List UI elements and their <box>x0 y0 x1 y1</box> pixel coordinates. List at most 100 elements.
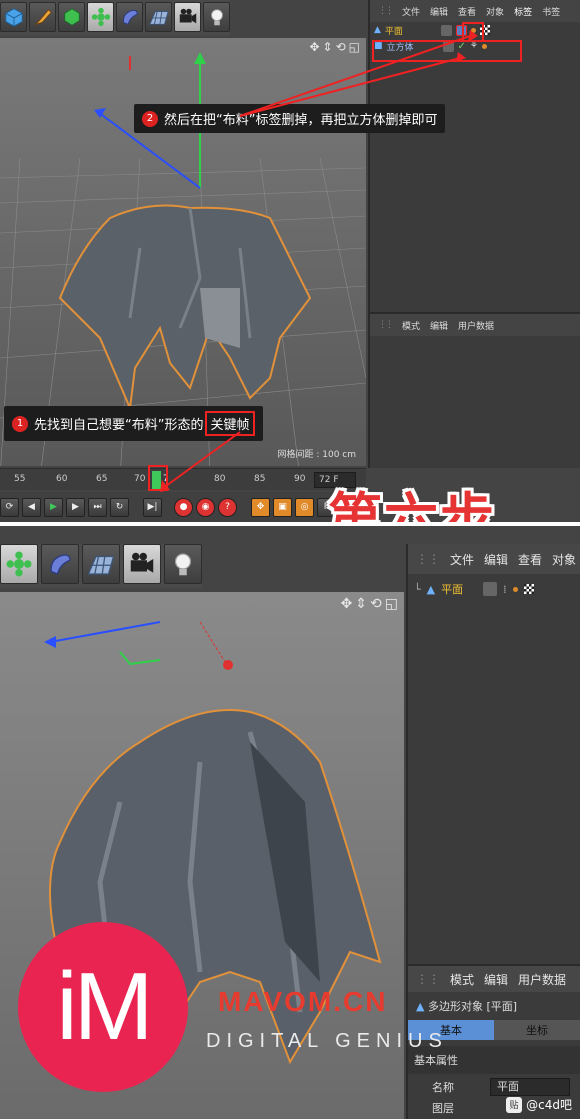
timeline-tick: 90 <box>294 474 306 484</box>
menu-mode[interactable]: 模式 <box>450 971 474 988</box>
hierarchy-line-icon: └ <box>414 582 421 596</box>
object-manager-menu: ⋮⋮ 文件 编辑 查看 对象 标签 书签 <box>370 0 580 22</box>
grip-icon[interactable]: ⋮⋮ <box>416 552 440 566</box>
object-name[interactable]: 平面 <box>385 24 437 37</box>
rotate-view-icon[interactable]: ⟲ <box>370 596 382 612</box>
goto-end-button[interactable]: ▶| <box>143 497 162 517</box>
camera-icon <box>130 552 154 573</box>
grip-icon[interactable]: ⋮⋮ <box>378 320 394 330</box>
pen-tool-button[interactable] <box>29 2 56 32</box>
grip-icon[interactable]: ⋮⋮ <box>416 972 440 986</box>
timeline[interactable]: 55 60 65 70 7 80 85 90 72 F <box>0 468 366 490</box>
layer-icon[interactable] <box>483 582 498 596</box>
highlight-cloth-tag <box>462 22 484 42</box>
credit-text: @c4d吧 <box>526 1098 572 1112</box>
move-key-button[interactable]: ✥ <box>251 497 270 517</box>
highlight-cube-row <box>372 40 522 62</box>
play-button[interactable]: ▶ <box>44 497 63 517</box>
move-view-icon[interactable]: ✥ <box>309 40 319 54</box>
bottom-toolbar <box>0 544 202 588</box>
credit: 贴 @c4d吧 <box>506 1096 572 1113</box>
cube-tool-button[interactable] <box>0 2 27 32</box>
timeline-tick: 85 <box>254 474 266 484</box>
deformer-tool-button[interactable] <box>41 544 79 584</box>
menu-bookmarks[interactable]: 书签 <box>542 5 560 18</box>
prev-frame-button[interactable]: ◀ <box>22 497 41 517</box>
callout-number: 1 <box>12 415 28 432</box>
cube-icon <box>4 8 23 27</box>
keyframe-help-button[interactable]: ? <box>218 497 237 517</box>
menu-file[interactable]: 文件 <box>450 551 474 568</box>
generator-tool-button[interactable] <box>58 2 85 32</box>
viewport-top[interactable]: ✥ ⇕ ⟲ ◱ 网格间距 : 100 cm <box>0 38 366 466</box>
floor-tool-button[interactable] <box>82 544 120 584</box>
menu-file[interactable]: 文件 <box>402 5 420 18</box>
mograph-tool-button[interactable] <box>0 544 38 584</box>
menu-mode[interactable]: 模式 <box>402 319 420 332</box>
attribute-menu: ⋮⋮ 模式 编辑 用户数据 <box>370 314 580 336</box>
grip-icon[interactable]: ⋮⋮ <box>378 6 394 16</box>
object-row-plane[interactable]: └ ▲ 平面 ⁞ <box>408 578 580 600</box>
light-tool-button[interactable] <box>164 544 202 584</box>
end-button[interactable]: ⏭ <box>88 497 107 517</box>
field-layer-label: 图层 <box>432 1102 454 1115</box>
menu-view[interactable]: 查看 <box>518 551 542 568</box>
light-bulb-icon <box>174 553 192 576</box>
floor-grid-icon <box>148 11 169 25</box>
autokey-button[interactable]: ◉ <box>196 497 215 517</box>
callout-text: 然后在把“布料”标签删掉，再把立方体删掉即可 <box>164 113 438 128</box>
grid-spacing-label: 网格间距 : 100 cm <box>277 450 356 460</box>
camera-tool-button[interactable] <box>123 544 161 584</box>
repeat-button[interactable]: ↻ <box>110 497 129 517</box>
menu-tags[interactable]: 标签 <box>514 5 532 18</box>
camera-tool-button[interactable] <box>174 2 201 32</box>
record-button[interactable]: ● <box>174 497 193 517</box>
tieba-badge-icon: 贴 <box>506 1096 523 1113</box>
generator-icon <box>63 8 80 26</box>
menu-edit[interactable]: 编辑 <box>430 5 448 18</box>
layer-icon[interactable] <box>440 24 452 36</box>
pen-icon <box>33 8 52 26</box>
maximize-view-icon[interactable]: ◱ <box>385 596 398 612</box>
deformer-icon <box>122 9 138 25</box>
polygon-object-icon: ▲ <box>416 1000 425 1013</box>
texture-tag-icon[interactable] <box>523 584 534 594</box>
visibility-dots-icon[interactable]: ⁞ <box>503 583 507 596</box>
menu-object[interactable]: 对象 <box>486 5 504 18</box>
next-frame-button[interactable]: ▶ <box>66 497 85 517</box>
deformer-tool-button[interactable] <box>116 2 143 32</box>
menu-user-data[interactable]: 用户数据 <box>518 971 566 988</box>
loop-button[interactable]: ⟳ <box>0 497 19 517</box>
name-input[interactable]: 平面 <box>490 1078 570 1096</box>
menu-edit[interactable]: 编辑 <box>484 971 508 988</box>
top-screenshot: ✥ ⇕ ⟲ ◱ 网格间距 : 100 cm ⋮⋮ 文件 编辑 查看 对象 标签 … <box>0 0 580 522</box>
zoom-view-icon[interactable]: ⇕ <box>355 596 367 612</box>
axis-gizmo[interactable] <box>30 602 260 682</box>
viewport-nav-icons: ✥ ⇕ ⟲ ◱ <box>309 40 360 54</box>
watermark-brand: MAVOM.CN <box>218 986 388 1017</box>
plane-icon: ▲ <box>426 582 436 596</box>
menu-view[interactable]: 查看 <box>458 5 476 18</box>
rotate-key-button[interactable]: ◎ <box>295 497 314 517</box>
move-view-icon[interactable]: ✥ <box>341 596 353 612</box>
maximize-view-icon[interactable]: ◱ <box>349 40 360 54</box>
menu-edit[interactable]: 编辑 <box>430 319 448 332</box>
menu-user-data[interactable]: 用户数据 <box>458 319 494 332</box>
tab-coordinates[interactable]: 坐标 <box>494 1020 580 1040</box>
attribute-title-text: 多边形对象 [平面] <box>427 1000 518 1013</box>
watermark-tagline: DIGITAL GENIUS <box>206 1030 448 1052</box>
floor-tool-button[interactable] <box>145 2 172 32</box>
top-toolbar <box>0 0 230 36</box>
menu-object[interactable]: 对象 <box>552 551 576 568</box>
zoom-view-icon[interactable]: ⇕ <box>323 40 333 54</box>
menu-edit[interactable]: 编辑 <box>484 551 508 568</box>
light-tool-button[interactable] <box>203 2 230 32</box>
rotate-view-icon[interactable]: ⟲ <box>336 40 346 54</box>
scale-key-button[interactable]: ▣ <box>273 497 292 517</box>
light-bulb-icon <box>210 9 223 26</box>
transport-bar: ⟳ ◀ ▶ ▶ ⏭ ↻ ▶| ● ◉ ? ✥ ▣ ◎ P <box>0 492 366 522</box>
mograph-tool-button[interactable] <box>87 2 114 32</box>
material-dot-icon[interactable] <box>512 586 518 592</box>
cloth-mesh[interactable] <box>40 188 320 438</box>
object-name[interactable]: 平面 <box>441 581 477 597</box>
